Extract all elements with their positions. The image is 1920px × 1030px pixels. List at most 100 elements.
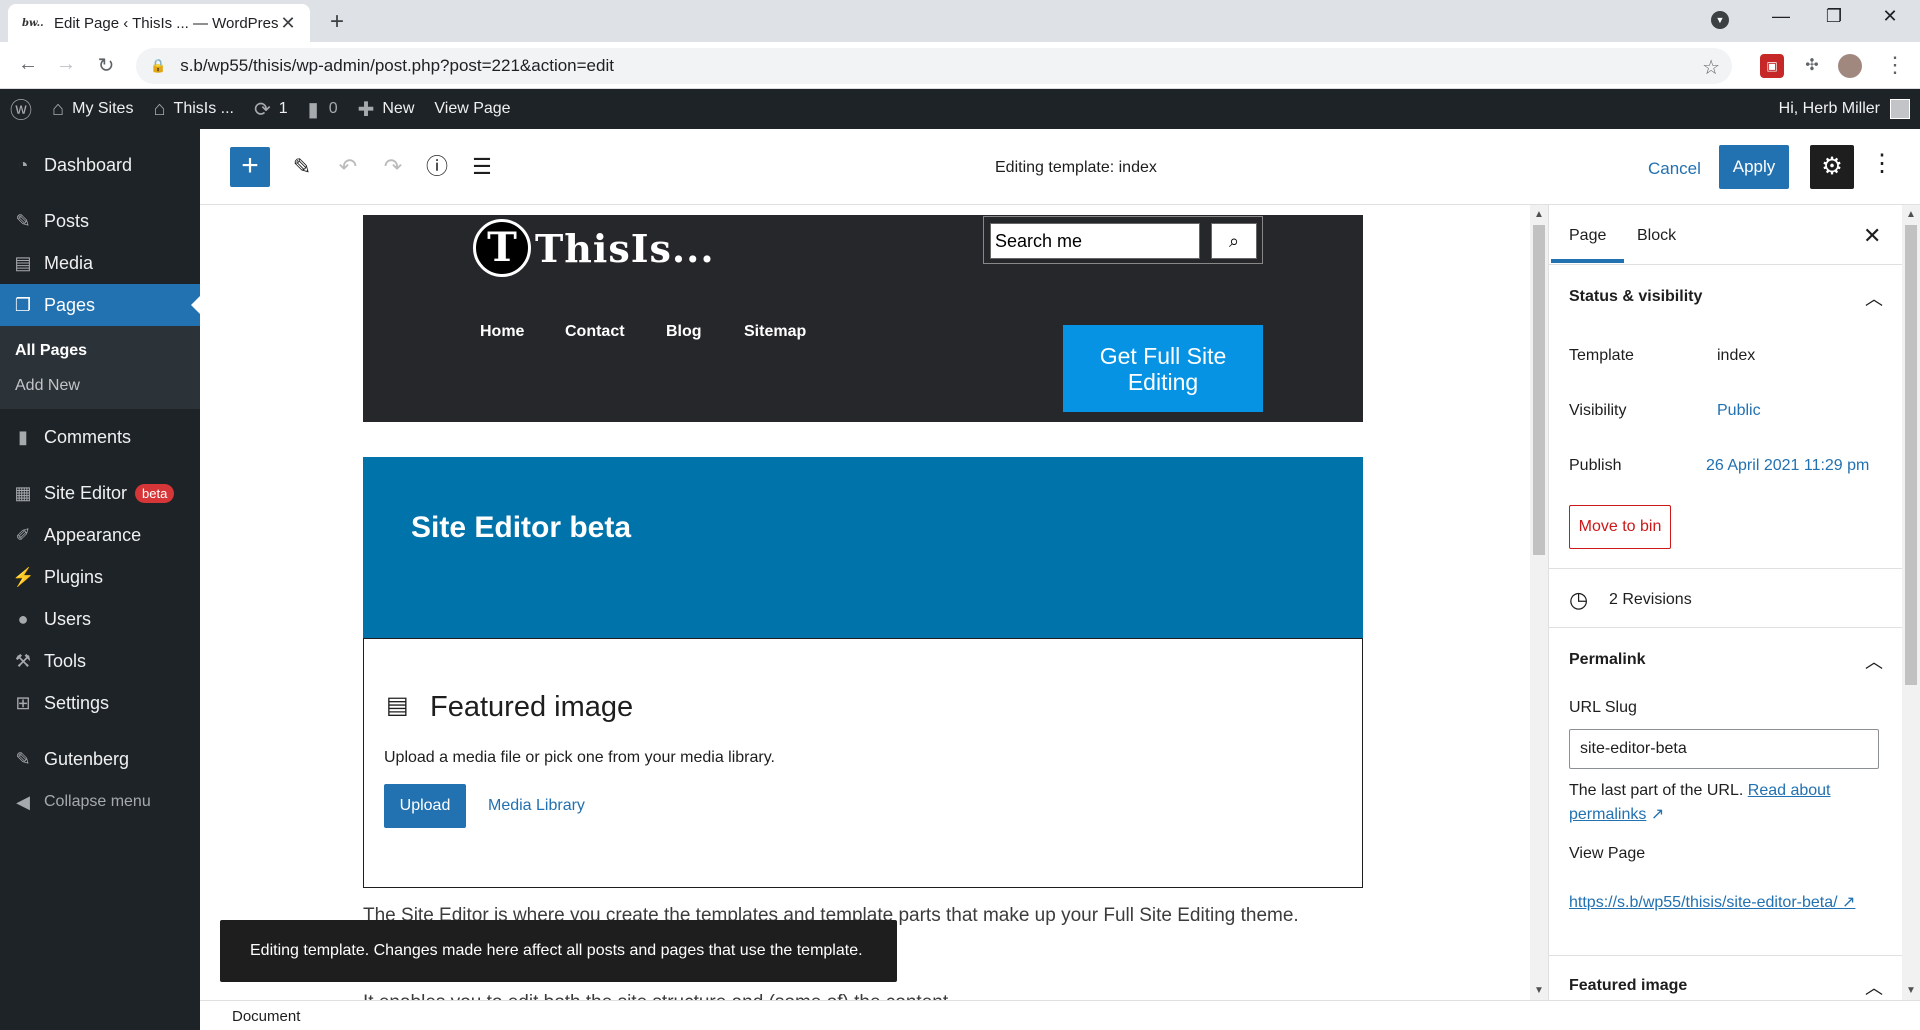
divider	[1549, 568, 1902, 569]
sidebar-item-users[interactable]: ● Users	[0, 598, 200, 640]
new-content-link[interactable]: ✚ New	[348, 89, 425, 129]
cover-block[interactable]: Site Editor beta	[363, 457, 1363, 638]
sidebar-item-tools[interactable]: ⚒ Tools	[0, 640, 200, 682]
tab-block[interactable]: Block	[1637, 227, 1676, 245]
snackbar-notice[interactable]: Editing template. Changes made here affe…	[220, 920, 897, 982]
extension-icon[interactable]: ▣	[1760, 54, 1784, 78]
breadcrumb[interactable]: Document	[232, 1008, 300, 1025]
wp-logo-icon[interactable]: ⓦ	[0, 89, 42, 129]
submenu-add-new[interactable]: Add New	[15, 377, 80, 395]
canvas-scrollbar[interactable]: ▲ ▼	[1530, 205, 1548, 1000]
site-favicon-icon: bw..	[22, 17, 44, 29]
scroll-up-icon[interactable]: ▲	[1906, 209, 1916, 220]
template-label: Template	[1569, 347, 1634, 364]
sidebar-item-pages[interactable]: ❐ Pages	[0, 284, 200, 326]
status-visibility-heading[interactable]: Status & visibility	[1569, 288, 1702, 306]
sidebar-item-settings[interactable]: ⊞ Settings	[0, 682, 200, 724]
back-icon[interactable]: ←	[14, 53, 42, 76]
get-fse-button[interactable]: Get Full Site Editing	[1063, 325, 1263, 412]
nav-link-blog[interactable]: Blog	[666, 323, 702, 341]
more-options-icon[interactable]: ⋮	[1870, 149, 1894, 178]
scroll-down-icon[interactable]: ▼	[1534, 985, 1544, 996]
chevron-up-icon[interactable]: ︿	[1865, 285, 1883, 311]
beta-badge: beta	[135, 483, 175, 503]
dashboard-icon: ◔	[17, 154, 29, 175]
tools-pencil-icon[interactable]: ✎	[284, 149, 320, 185]
collapse-menu-button[interactable]: ◀ Collapse menu	[0, 781, 200, 823]
submenu-all-pages[interactable]: All Pages	[15, 342, 87, 360]
nav-link-sitemap[interactable]: Sitemap	[744, 323, 806, 341]
tab-close-icon[interactable]: ✕	[278, 13, 298, 34]
scrollbar-thumb[interactable]	[1905, 225, 1917, 685]
window-close-icon[interactable]: ✕	[1875, 6, 1905, 27]
apply-button[interactable]: Apply	[1719, 145, 1789, 189]
collapse-arrow-icon: ◀	[16, 791, 30, 812]
tab-search-icon[interactable]: ▼	[1711, 11, 1729, 29]
external-link-icon: ↗	[1650, 806, 1665, 823]
settings-gear-icon[interactable]: ⚙	[1810, 145, 1854, 189]
browser-tab[interactable]: bw.. Edit Page ‹ ThisIs ... — WordPress …	[8, 4, 310, 42]
bookmark-star-icon[interactable]: ☆	[1702, 55, 1720, 80]
nav-link-contact[interactable]: Contact	[565, 323, 625, 341]
search-icon[interactable]: ⌕	[1211, 223, 1257, 259]
minimize-icon[interactable]: —	[1766, 6, 1796, 27]
sidebar-item-media[interactable]: ▤ Media	[0, 242, 200, 284]
redo-icon[interactable]: ↷	[375, 149, 411, 185]
close-icon[interactable]: ✕	[1863, 223, 1881, 249]
sidebar-item-posts[interactable]: ✎ Posts	[0, 200, 200, 242]
nav-link-home[interactable]: Home	[480, 323, 524, 341]
puzzle-icon[interactable]: ✣	[1800, 54, 1824, 78]
external-link-icon: ↗	[1842, 894, 1856, 911]
permalink-help: The last part of the URL. Read about per…	[1569, 782, 1831, 823]
sidebar-item-plugins[interactable]: ⚡ Plugins	[0, 556, 200, 598]
reload-icon[interactable]: ↻	[92, 53, 120, 78]
my-sites-link[interactable]: ⌂ My Sites	[42, 89, 143, 129]
media-library-button[interactable]: Media Library	[488, 797, 585, 815]
address-bar[interactable]: 🔒 s.b/wp55/thisis/wp-admin/post.php?post…	[136, 48, 1732, 84]
list-view-icon[interactable]: ☰	[464, 149, 500, 185]
scroll-up-icon[interactable]: ▲	[1534, 209, 1544, 220]
scrollbar-thumb[interactable]	[1533, 225, 1545, 555]
forward-icon[interactable]: →	[52, 53, 80, 76]
scroll-down-icon[interactable]: ▼	[1906, 985, 1916, 996]
revisions-link[interactable]: 2 Revisions	[1609, 591, 1692, 609]
featured-image-block[interactable]: ▤ Featured image Upload a media file or …	[363, 638, 1363, 888]
new-tab-icon[interactable]: +	[324, 8, 350, 36]
sidebar-item-gutenberg[interactable]: ✎ Gutenberg	[0, 738, 200, 780]
featured-image-title: Featured image	[430, 691, 634, 723]
permalink-heading[interactable]: Permalink	[1569, 651, 1645, 669]
settings-scrollbar[interactable]: ▲ ▼	[1902, 205, 1920, 1000]
sidebar-item-dashboard[interactable]: ◔ Dashboard	[0, 144, 200, 186]
publish-date-toggle[interactable]: 26 April 2021 11:29 pm	[1706, 457, 1869, 475]
featured-image-heading[interactable]: Featured image	[1569, 977, 1687, 995]
profile-avatar[interactable]	[1838, 54, 1862, 78]
search-input[interactable]: Search me	[990, 223, 1200, 259]
sidebar-item-appearance[interactable]: ✐ Appearance	[0, 514, 200, 556]
sidebar-item-site-editor[interactable]: ▦ Site Editor beta	[0, 472, 200, 514]
site-logo[interactable]: T ThisIs...	[473, 219, 715, 277]
sidebar-item-comments[interactable]: ▮ Comments	[0, 416, 200, 458]
my-account[interactable]: Hi, Herb Miller	[1779, 89, 1910, 129]
browser-menu-icon[interactable]: ⋮	[1884, 52, 1906, 78]
template-value: index	[1717, 347, 1756, 364]
info-icon[interactable]: ⓘ	[419, 149, 455, 185]
undo-icon[interactable]: ↶	[330, 149, 366, 185]
move-to-bin-button[interactable]: Move to bin	[1569, 505, 1671, 549]
chevron-up-icon[interactable]: ︿	[1865, 648, 1883, 674]
comments-link[interactable]: ▮ 0	[298, 89, 348, 129]
permalink-url-link[interactable]: https://s.b/wp55/thisis/site-editor-beta…	[1569, 891, 1879, 915]
restore-icon[interactable]: ❐	[1819, 6, 1849, 27]
tab-page[interactable]: Page	[1550, 227, 1625, 263]
visibility-toggle[interactable]: Public	[1717, 402, 1761, 420]
block-inserter-button[interactable]: +	[230, 147, 270, 187]
site-name-link[interactable]: ⌂ ThisIs ...	[143, 89, 244, 129]
upload-button[interactable]: Upload	[384, 784, 466, 828]
post-title[interactable]: Site Editor beta	[411, 511, 631, 545]
view-page-link[interactable]: View Page	[424, 89, 520, 129]
updates-link[interactable]: ⟳ 1	[244, 89, 298, 129]
url-slug-input[interactable]: site-editor-beta	[1569, 729, 1879, 769]
chevron-up-icon[interactable]: ︿	[1865, 974, 1883, 1000]
template-header-block[interactable]: T ThisIs... Search me ⌕ Home Contact Blo…	[363, 215, 1363, 422]
content-paragraph[interactable]: It enables you to edit both the site str…	[363, 992, 953, 1000]
cancel-button[interactable]: Cancel	[1648, 159, 1701, 179]
